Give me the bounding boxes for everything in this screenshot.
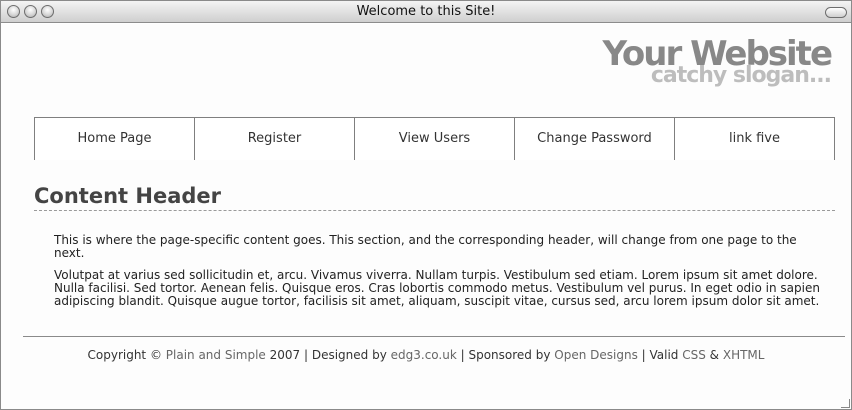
nav-view-users[interactable]: View Users	[354, 118, 514, 160]
footer-divider	[23, 336, 845, 337]
footer-sponsor-link[interactable]: Open Designs	[554, 348, 638, 362]
footer-designer-link[interactable]: edg3.co.uk	[391, 348, 457, 362]
footer-sponsor-text: | Sponsored by	[456, 348, 555, 362]
web-page: Your Website catchy slogan... Home Page …	[1, 24, 851, 409]
window-title: Welcome to this Site!	[356, 4, 496, 19]
main-navigation: Home Page Register View Users Change Pas…	[34, 117, 835, 160]
nav-home-page[interactable]: Home Page	[34, 118, 194, 160]
footer-valid-text: | Valid	[637, 348, 683, 362]
footer-xhtml-link[interactable]: XHTML	[723, 348, 765, 362]
content-header: Content Header	[34, 184, 835, 211]
footer-copyright-text: Copyright ©	[87, 348, 166, 362]
resize-grip-icon[interactable]	[841, 399, 850, 408]
toolbar-toggle-icon[interactable]	[825, 7, 847, 18]
footer-amp-text: &	[705, 348, 723, 362]
nav-change-password[interactable]: Change Password	[514, 118, 674, 160]
browser-window: Welcome to this Site! Your Website catch…	[0, 0, 852, 410]
footer-css-link[interactable]: CSS	[682, 348, 706, 362]
nav-register[interactable]: Register	[194, 118, 354, 160]
site-logo[interactable]: Your Website catchy slogan...	[602, 37, 833, 87]
body-paragraph: Volutpat at varius sed sollicitudin et, …	[54, 268, 820, 308]
intro-paragraph: This is where the page-specific content …	[54, 233, 797, 260]
footer: Copyright © Plain and Simple 2007 | Desi…	[1, 348, 851, 362]
footer-site-link[interactable]: Plain and Simple	[166, 348, 266, 362]
title-bar[interactable]: Welcome to this Site!	[1, 1, 851, 23]
footer-year-text: 2007 | Designed by	[265, 348, 391, 362]
nav-link-five[interactable]: link five	[674, 118, 835, 160]
